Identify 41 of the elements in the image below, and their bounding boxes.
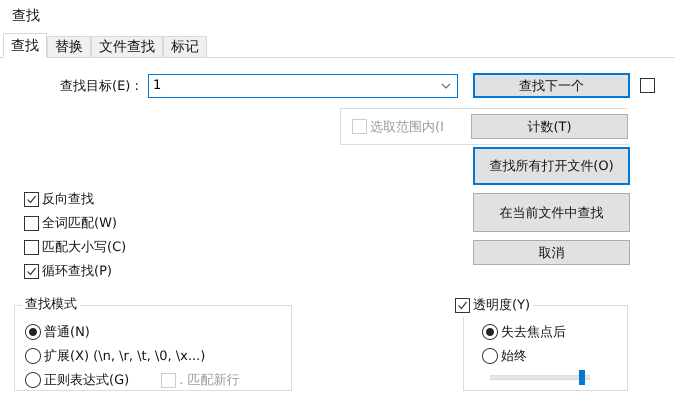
radio-label: 正则表达式(G) <box>44 372 130 389</box>
checkbox-label: 反向查找 <box>42 191 94 208</box>
find-all-open-files-button[interactable]: 查找所有打开文件(O) <box>473 147 630 185</box>
radio-button[interactable] <box>25 324 41 340</box>
search-field[interactable]: 1 <box>148 74 458 98</box>
radio-label: 失去焦点后 <box>501 324 566 341</box>
tab[interactable]: 文件查找 <box>91 36 163 57</box>
find-next-button[interactable]: 查找下一个 <box>473 73 630 98</box>
radio-label: 始终 <box>501 348 527 365</box>
check-icon <box>26 194 37 204</box>
checkbox[interactable] <box>455 298 470 312</box>
checkbox[interactable] <box>24 216 39 230</box>
checkbox-label: 循环查找(P) <box>42 263 112 280</box>
radio-label: 普通(N) <box>44 324 90 341</box>
tab[interactable]: 标记 <box>163 36 207 57</box>
checkbox-label: 透明度(Y) <box>473 297 530 314</box>
checkbox-label: 匹配大小写(C) <box>42 239 126 256</box>
tab[interactable]: 替换 <box>47 36 91 57</box>
checkbox[interactable] <box>24 240 39 254</box>
find-in-current-file-button[interactable]: 在当前文件中查找 <box>473 193 630 232</box>
radio-label: 扩展(X) (\n, \r, \t, \0, \x...) <box>44 348 206 365</box>
cancel-button[interactable]: 取消 <box>473 240 630 265</box>
checkbox-label: . 匹配新行 <box>179 372 240 389</box>
checkbox[interactable] <box>24 264 39 278</box>
chevron-down-icon[interactable] <box>441 82 451 88</box>
checkbox-label: 选取范围内(I <box>370 118 444 136</box>
group-title: 查找模式 <box>22 296 80 313</box>
check-icon <box>26 266 37 276</box>
count-button[interactable]: 计数(T) <box>471 114 628 139</box>
check-icon <box>457 300 468 310</box>
checkbox-label: 全词匹配(W) <box>42 215 117 232</box>
tab[interactable]: 查找 <box>3 33 47 58</box>
checkbox[interactable] <box>24 192 39 206</box>
radio-button[interactable] <box>25 372 41 388</box>
window-title: 查找 <box>12 7 40 25</box>
radio-button[interactable] <box>25 348 41 364</box>
radio-button[interactable] <box>482 348 498 364</box>
checkbox[interactable] <box>640 78 655 93</box>
radio-button[interactable] <box>482 324 498 340</box>
slider-thumb[interactable] <box>579 370 585 385</box>
field-label: 查找目标(E) : <box>60 78 140 94</box>
